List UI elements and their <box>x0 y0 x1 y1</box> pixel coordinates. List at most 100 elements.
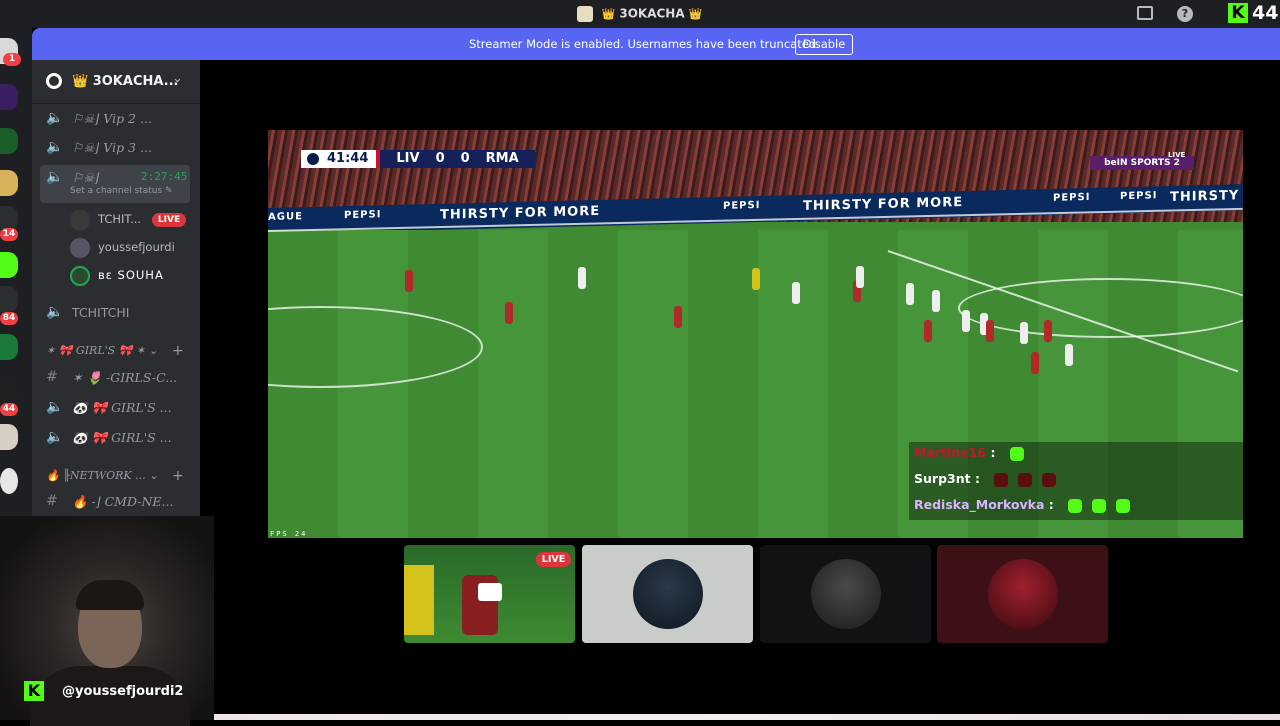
channel-sidebar: 👑 3OKACHA... ⌄ 🔈 ⚐☠⌋ Vip 2 ... 🔈 ⚐☠⌋ Vip… <box>32 60 200 516</box>
banner-message: Streamer Mode is enabled. Usernames have… <box>469 37 820 51</box>
speaker-icon: 🔈 <box>46 139 64 155</box>
live-badge: LIVE <box>536 552 571 567</box>
avatar <box>70 210 90 230</box>
emote-icon <box>1042 472 1057 487</box>
hash-icon: # <box>46 369 58 385</box>
player <box>1031 352 1039 374</box>
participant-tile[interactable] <box>760 545 931 643</box>
voice-channel-girls-2[interactable]: 🔈 🐼 🎀 GIRL'S ... <box>40 425 190 451</box>
channel-label: Vip 3 ... <box>103 140 152 155</box>
category-network[interactable]: 🔥 ╟NETWORK ... ⌄ + <box>46 468 196 489</box>
category-label: 🔥 ╟NETWORK ... ⌄ <box>46 469 159 482</box>
server-icon[interactable] <box>0 468 18 494</box>
speaker-icon: 🔈 <box>46 110 64 126</box>
emote-icon <box>1018 472 1033 487</box>
participant-tile-stream[interactable]: LIVE <box>404 545 575 643</box>
broadcaster-live-tag: LIVE <box>1168 151 1186 159</box>
category-girls[interactable]: ✶ 🎀 GIRL'S 🎀 ✶ ⌄ + <box>46 343 196 364</box>
server-icon[interactable] <box>0 334 18 360</box>
stream-stage: AGUE PEPSI THIRSTY FOR MORE PEPSI THIRST… <box>200 60 1280 715</box>
channel-prefix: ⚐☠⌋ <box>72 170 100 185</box>
emote-icon <box>1068 498 1083 513</box>
chat-message: Martine16 : <box>914 445 1024 467</box>
streamer-handle: @youssefjourdi2 <box>62 684 184 699</box>
server-title-text: 3OKACHA <box>619 6 685 21</box>
speaker-icon: 🔈 <box>46 304 64 320</box>
text-channel-network[interactable]: # 🔥 -⌋ CMD-NE... <box>40 489 190 515</box>
player <box>1044 320 1052 342</box>
server-header[interactable]: 👑 3OKACHA... ⌄ <box>32 60 200 104</box>
voice-channel-vip3[interactable]: 🔈 ⚐☠⌋ Vip 3 ... <box>40 135 190 161</box>
kick-viewer-count: 44 <box>1252 2 1279 24</box>
voice-user-name: TCHIT... <box>98 212 142 226</box>
channel-label: TCHITCHI <box>72 305 130 320</box>
score-teams: LIV 0 0 RMA <box>376 150 535 168</box>
participant-tile[interactable] <box>937 545 1108 643</box>
player <box>932 290 940 312</box>
voice-user[interactable]: youssefjourdi <box>70 236 192 260</box>
voice-channel-active[interactable]: 🔈 ⚐☠⌋ 2:27:45 Set a channel status ✎ <box>40 165 190 203</box>
emote-icon <box>1009 446 1024 461</box>
channel-label: ✶ 🌷 -GIRLS-C... <box>72 370 178 385</box>
server-icon[interactable] <box>0 252 18 278</box>
avatar <box>70 266 90 286</box>
chat-username: Surp3nt <box>914 471 971 486</box>
chat-message: Surp3nt : <box>914 471 1057 493</box>
bottom-strip <box>214 714 1280 720</box>
category-label: ✶ 🎀 GIRL'S 🎀 ✶ ⌄ <box>46 344 158 357</box>
screen-share-icon <box>478 583 502 601</box>
call-timer: 2:27:45 <box>141 170 188 183</box>
emote-icon <box>1116 498 1131 513</box>
channel-status[interactable]: Set a channel status ✎ <box>70 186 173 196</box>
match-clock: 41:44 <box>301 150 377 168</box>
title-bar: 👑 3OKACHA 👑 ? K 44 <box>0 0 1280 28</box>
text-channel-girls[interactable]: # ✶ 🌷 -GIRLS-C... <box>40 365 190 391</box>
disable-button[interactable]: Disable <box>795 34 853 55</box>
server-icon[interactable] <box>0 170 18 196</box>
voice-channel-girls-1[interactable]: 🔈 🐼 🎀 GIRL'S ... <box>40 395 190 421</box>
server-icon[interactable] <box>0 128 18 154</box>
stream-video[interactable]: AGUE PEPSI THIRSTY FOR MORE PEPSI THIRST… <box>268 130 1243 538</box>
player <box>1020 322 1028 344</box>
scoreboard: 41:44 LIV 0 0 RMA <box>301 150 535 168</box>
avatar <box>70 238 90 258</box>
server-icon[interactable] <box>0 424 18 450</box>
chat-username: Rediska_Morkovka <box>914 497 1045 512</box>
kick-logo-icon: K <box>24 681 44 701</box>
server-icon[interactable] <box>0 286 18 312</box>
server-icon[interactable] <box>0 84 18 110</box>
player <box>404 565 434 635</box>
participant-tile[interactable] <box>582 545 753 643</box>
inbox-icon[interactable] <box>1137 6 1153 20</box>
voice-user[interactable]: TCHIT... LIVE <box>70 208 192 232</box>
kick-logo-icon: K <box>1228 3 1248 23</box>
chat-message: Rediska_Morkovka : <box>914 497 1131 519</box>
speaker-icon: 🔈 <box>46 169 64 185</box>
player <box>792 282 800 304</box>
help-icon[interactable]: ? <box>1177 6 1193 22</box>
player <box>856 266 864 288</box>
server-emoji-icon <box>577 6 594 22</box>
notification-badge: 84 <box>0 312 18 325</box>
voice-user-name: youssefjourdi <box>98 240 175 254</box>
emote-icon <box>994 472 1009 487</box>
live-badge: LIVE <box>152 213 186 227</box>
chevron-down-icon: ⌄ <box>172 71 183 86</box>
add-channel-icon[interactable]: + <box>172 468 184 484</box>
server-list: 1 14 84 44 <box>0 28 32 516</box>
channel-label: 🔥 -⌋ CMD-NE... <box>72 494 174 509</box>
add-channel-icon[interactable]: + <box>172 343 184 359</box>
voice-user-name: ʙɛ SOUHA <box>98 268 164 282</box>
voice-channel-tchitchi[interactable]: 🔈 TCHITCHI <box>40 300 190 326</box>
channel-label: 🐼 🎀 GIRL'S ... <box>72 400 172 415</box>
player <box>1065 344 1073 366</box>
player <box>752 268 760 290</box>
channel-prefix: ⚐☠⌋ <box>72 111 100 126</box>
voice-user[interactable]: ʙɛ SOUHA <box>70 264 192 288</box>
hash-icon: # <box>46 493 58 509</box>
voice-channel-vip2[interactable]: 🔈 ⚐☠⌋ Vip 2 ... <box>40 106 190 132</box>
player <box>405 270 413 292</box>
fps-counter: FPS 24 <box>270 530 308 538</box>
emote-icon <box>1092 498 1107 513</box>
notification-badge: 44 <box>0 403 18 416</box>
